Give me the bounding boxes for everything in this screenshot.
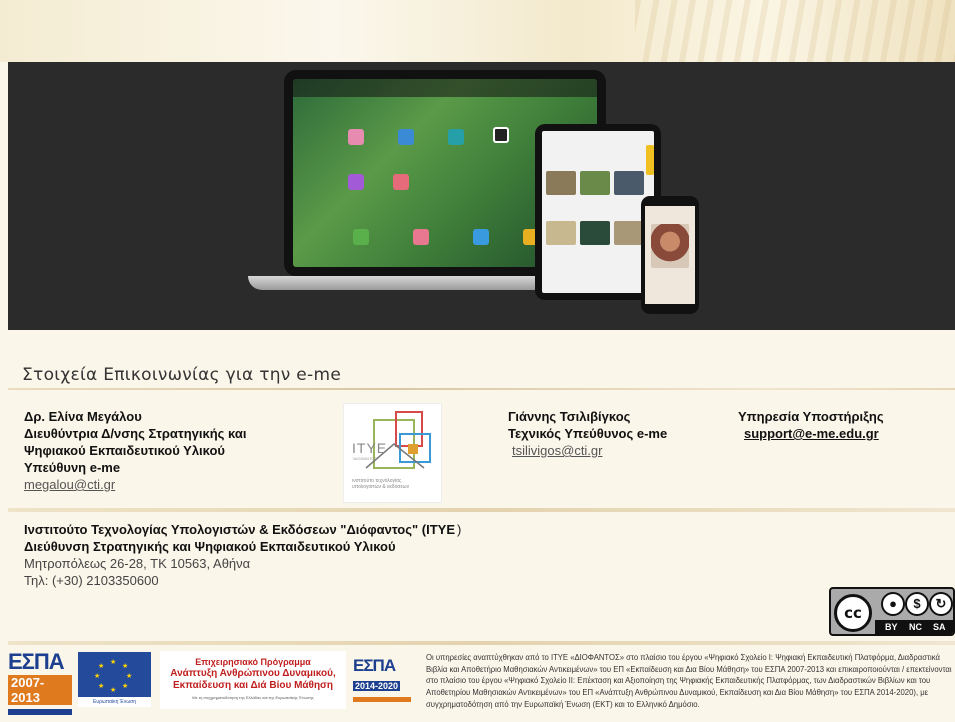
contact-role: Ψηφιακού Εκπαιδευτικού Υλικού: [24, 443, 225, 458]
devices-hero-image: [8, 62, 955, 330]
institute-address: Μητροπόλεως 26-28, ΤΚ 10563, Αθήνα: [24, 556, 251, 571]
institute-phone: Τηλ: (+30) 2103350600: [24, 573, 159, 588]
cc-license-badge[interactable]: cc ● $ ↻ BY NC SA: [829, 587, 955, 636]
title-underline: [8, 388, 955, 390]
email-link-megalou[interactable]: megalou@cti.gr: [24, 477, 115, 492]
phone-photo: [651, 224, 689, 268]
operational-programme-logo: Επιχειρησιακό Πρόγραμμα Ανάπτυξη Ανθρώπι…: [160, 651, 346, 709]
contact-role: Διευθύντρια Δ/νσης Στρατηγικής και: [24, 426, 247, 441]
divider: [8, 508, 955, 512]
app-tile: [473, 229, 489, 245]
contact-role: Τεχνικός Υπεύθυνος e-me: [508, 426, 668, 441]
op-cofunding: Με τη συγχρηματοδότηση της Ελλάδας και τ…: [192, 695, 314, 700]
tablet-thumb: [546, 171, 576, 195]
cc-by-label: BY: [885, 622, 898, 632]
support-service: Υπηρεσία Υποστήριξης support@e-me.edu.gr: [738, 408, 948, 442]
contact-megalou: Δρ. Ελίνα Μεγάλου Διευθύντρια Δ/νσης Στρ…: [24, 408, 344, 493]
star-icon: ★: [98, 683, 105, 690]
star-icon: ★: [110, 659, 117, 666]
tablet-display: [542, 131, 654, 293]
app-tile: [448, 129, 464, 145]
star-icon: ★: [110, 687, 117, 694]
logo-text: ΙΤΥΕ: [352, 440, 388, 456]
tablet-thumb: [580, 221, 610, 245]
espa-bar: [353, 697, 411, 702]
email-link-support[interactable]: support@e-me.edu.gr: [744, 426, 879, 441]
espa-2014-2020-logo: ΕΣΠΑ 2014-2020: [353, 656, 413, 704]
decorative-header: [0, 0, 955, 62]
app-tile: [413, 229, 429, 245]
tablet-side-bar: [646, 145, 654, 175]
espa-word: ΕΣΠΑ: [353, 656, 396, 675]
contact-name: Δρ. Ελίνα Μεγάλου: [24, 409, 142, 424]
institute-name: Ινστιτούτο Τεχνολογίας Υπολογιστών & Εκδ…: [24, 522, 456, 537]
app-tile: [493, 127, 509, 143]
tablet-thumb: [580, 171, 610, 195]
tablet-thumb: [614, 221, 644, 245]
phone-image: [641, 196, 699, 314]
email-link-tsilivigos[interactable]: tsilivigos@cti.gr: [512, 443, 603, 458]
person-icon: ●: [881, 592, 905, 616]
espa-bar: [8, 709, 72, 715]
logo-subtext: "ΔΙΟΦΑΝΤΟΣ": [352, 456, 379, 461]
espa-2007-2013-logo: ΕΣΠΑ 2007-2013: [8, 649, 72, 715]
institute-division: Διεύθυνση Στρατηγικής και Ψηφιακού Εκπαι…: [24, 539, 396, 554]
star-icon: ★: [126, 673, 133, 680]
cc-terms-strip: BY NC SA: [875, 620, 953, 634]
app-tile: [353, 229, 369, 245]
espa-years: 2014-2020: [353, 681, 401, 691]
tablet-thumb: [546, 221, 576, 245]
op-subtitle: Εκπαίδευση και Διά Βίου Μάθηση: [172, 680, 334, 691]
espa-word: ΕΣΠΑ: [8, 649, 65, 674]
share-alike-icon: ↻: [929, 592, 953, 616]
star-icon: ★: [122, 683, 129, 690]
institute-name-tail: ): [457, 522, 462, 537]
institute-info: Ινστιτούτο Τεχνολογίας Υπολογιστών & Εκδ…: [24, 521, 724, 589]
cc-icon: cc: [834, 594, 872, 632]
star-icon: ★: [122, 663, 129, 670]
star-icon: ★: [98, 663, 105, 670]
app-tile: [348, 174, 364, 190]
laptop-topbar: [293, 79, 597, 97]
itye-logo: ΙΤΥΕ "ΔΙΟΦΑΝΤΟΣ" ινστιτούτο τεχνολογίας …: [343, 403, 442, 503]
cc-sa-label: SA: [933, 622, 946, 632]
op-title: Επιχειρησιακό Πρόγραμμα: [195, 657, 311, 667]
app-tile: [398, 129, 414, 145]
contact-tsilivigos: Γιάννης Τσιλιβίγκος Τεχνικός Υπεύθυνος e…: [508, 408, 728, 459]
divider: [8, 641, 955, 645]
app-tile: [393, 174, 409, 190]
eu-caption: Ευρωπαϊκή Ένωση: [78, 697, 151, 707]
no-money-icon: $: [905, 592, 929, 616]
espa-years: 2007-2013: [8, 675, 72, 705]
funding-statement: Οι υπηρεσίες αναπτύχθηκαν από το ΙΤΥΕ «Δ…: [426, 652, 952, 709]
star-icon: ★: [94, 673, 101, 680]
app-tile: [348, 129, 364, 145]
op-subtitle: Ανάπτυξη Ανθρώπινου Δυναμικού,: [170, 668, 336, 679]
support-title: Υπηρεσία Υποστήριξης: [738, 409, 884, 424]
tablet-thumb: [614, 171, 644, 195]
contact-role: Υπεύθυνη e-me: [24, 460, 121, 475]
contact-name: Γιάννης Τσιλιβίγκος: [508, 409, 631, 424]
logo-description: ινστιτούτο τεχνολογίας υπολογιστών & εκδ…: [352, 478, 410, 490]
phone-display: [645, 206, 695, 304]
section-title: Στοιχεία Επικοινωνίας για την e-me: [22, 365, 342, 385]
cc-nc-label: NC: [909, 622, 922, 632]
